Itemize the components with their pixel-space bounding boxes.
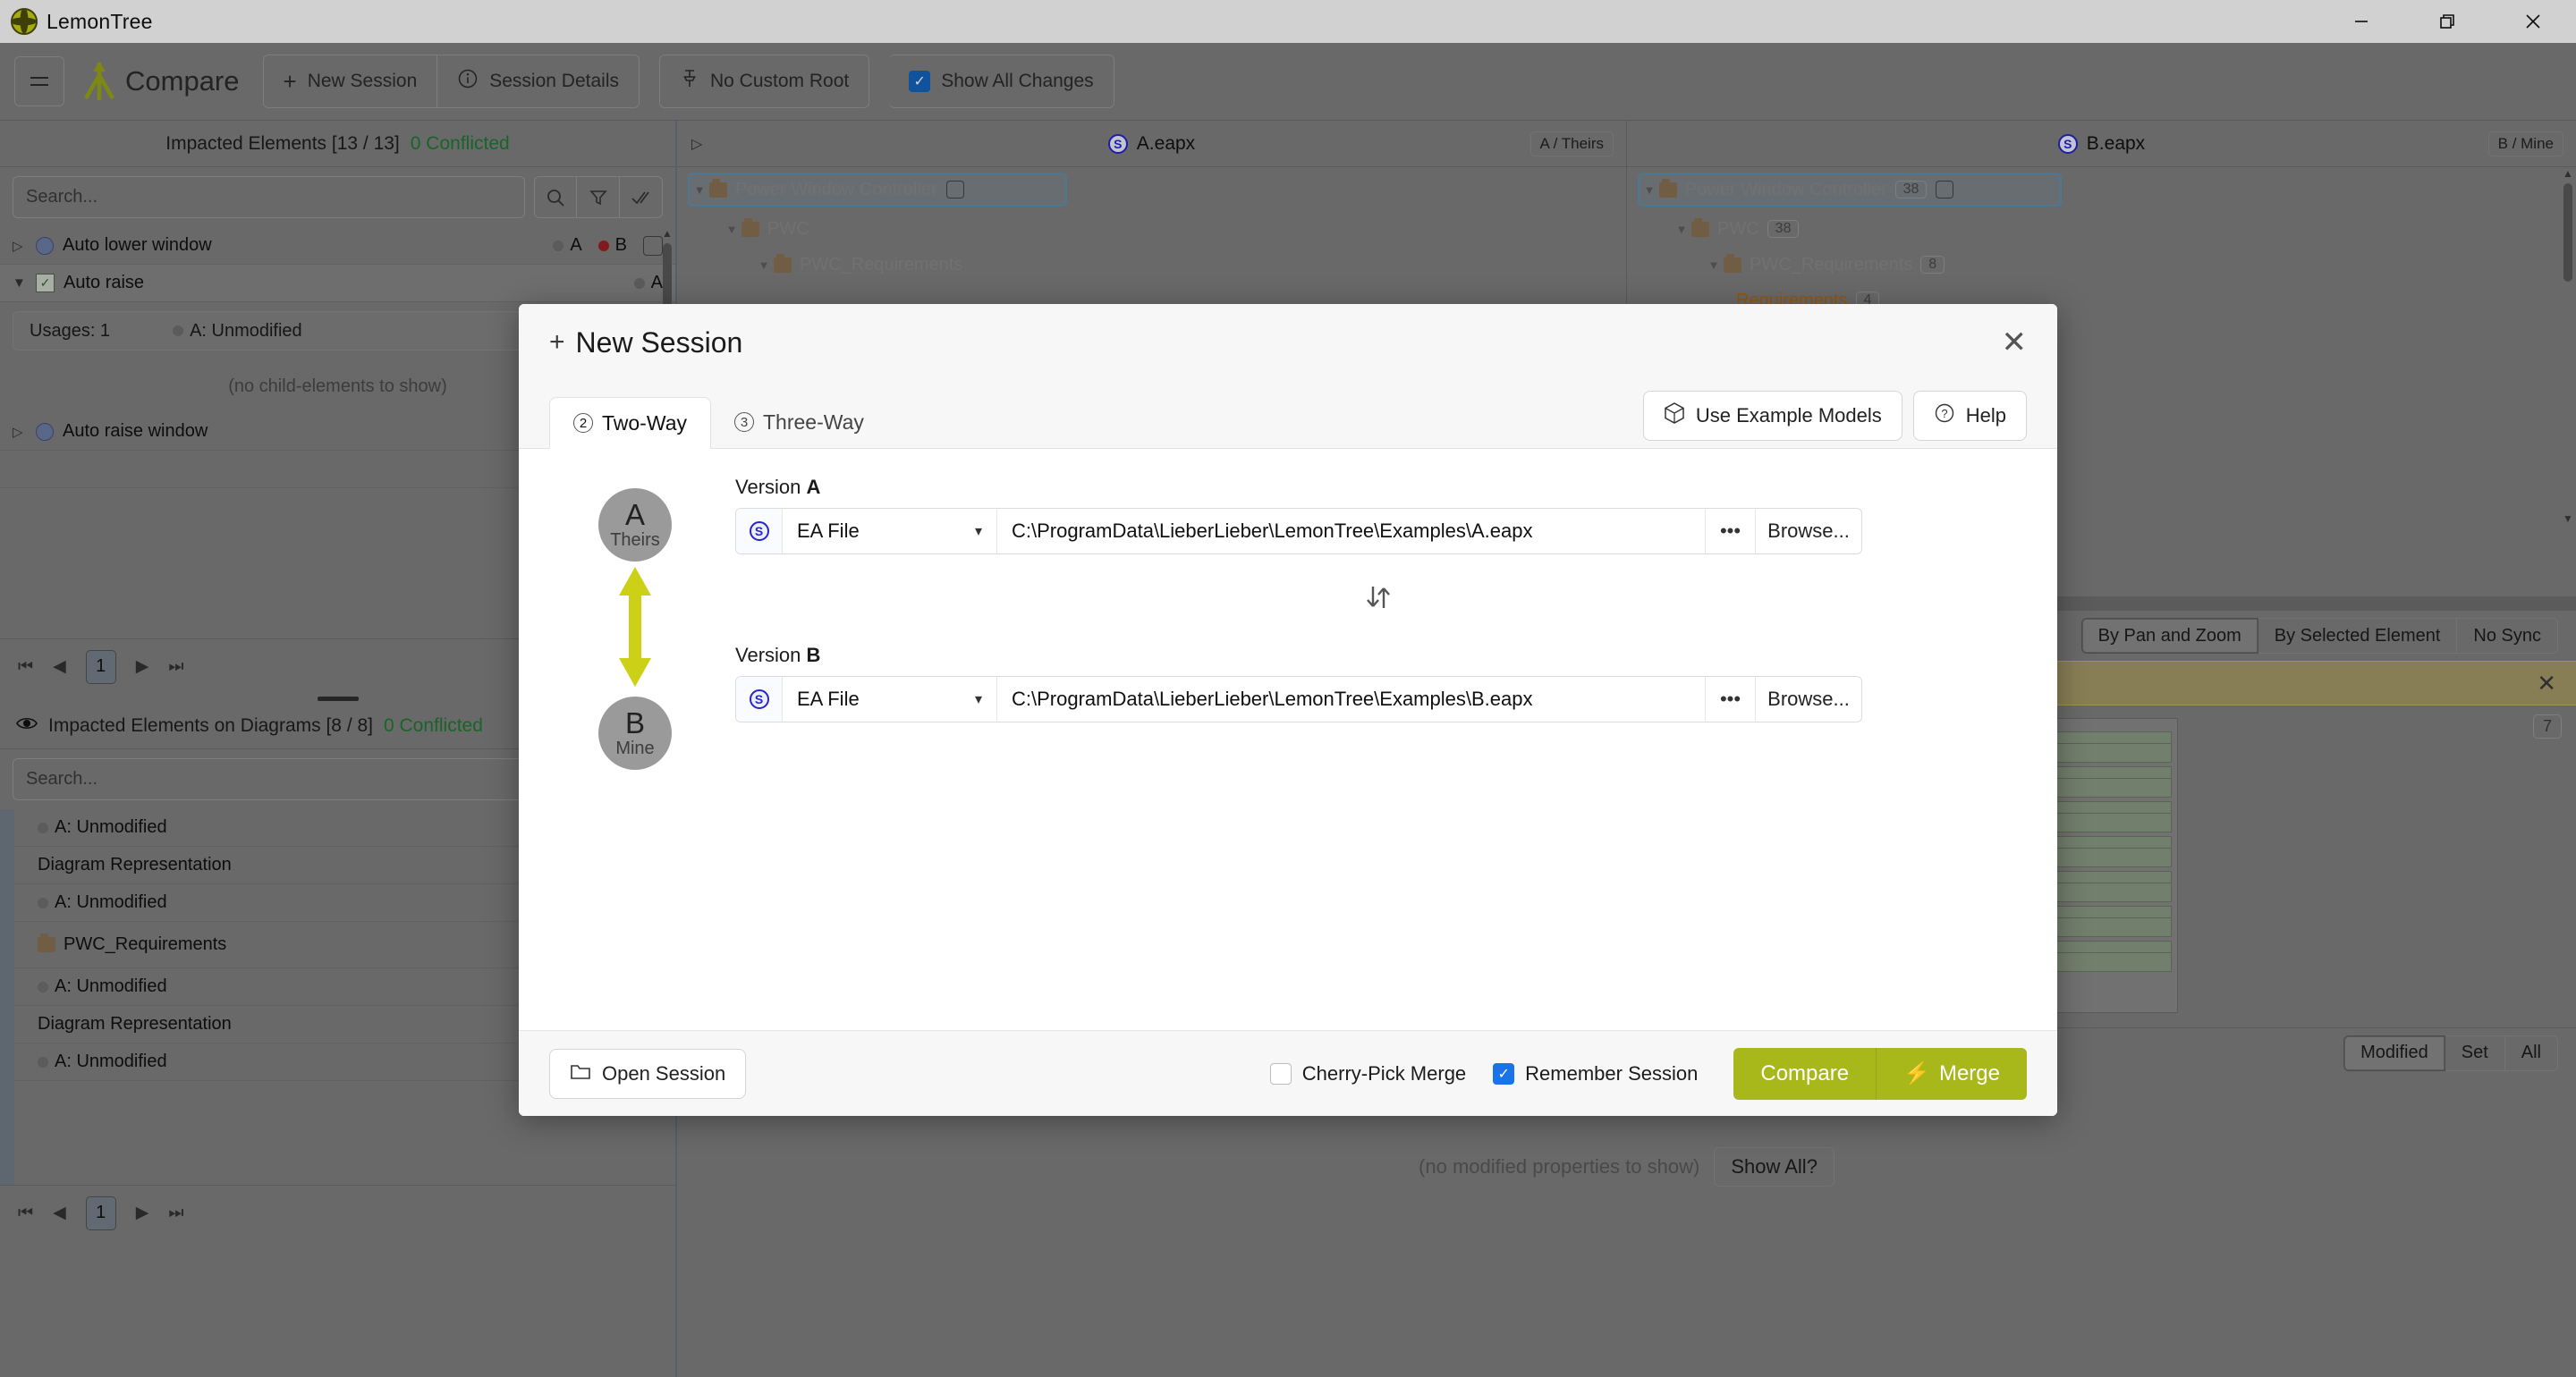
close-icon[interactable]: ✕ [2002, 327, 2028, 358]
dialog-header: + New Session ✕ [519, 304, 2057, 381]
open-session-button[interactable]: Open Session [549, 1048, 747, 1099]
version-b-sub: Mine [615, 738, 655, 758]
ea-file-icon [736, 509, 783, 553]
dialog-body: A Theirs B Mine Version A S EA File ▾ C:… [519, 449, 2057, 1030]
version-b-type-value: EA File [797, 688, 860, 710]
swap-vertical-icon[interactable] [1360, 579, 1396, 620]
version-a-label: Version A [735, 476, 821, 498]
version-a-row: EA File ▾ C:\ProgramData\LieberLieber\Le… [735, 508, 1862, 554]
version-a-more-button[interactable]: ••• [1706, 509, 1756, 553]
two-way-arrow-icon [611, 565, 659, 693]
tab-two-way[interactable]: 2 Two-Way [549, 397, 711, 449]
version-a-sub: Theirs [610, 529, 660, 550]
version-diagram: A Theirs B Mine [555, 476, 716, 1030]
compare-button[interactable]: Compare [1733, 1047, 1877, 1100]
help-label: Help [1965, 404, 2006, 427]
chevron-down-icon: ▾ [974, 692, 982, 707]
version-a-browse-button[interactable]: Browse... [1756, 509, 1861, 553]
version-b-type-select[interactable]: EA File ▾ [783, 677, 997, 722]
tab-three-way-label: Three-Way [763, 410, 864, 434]
version-a-type-select[interactable]: EA File ▾ [783, 509, 997, 553]
bolt-icon: ⚡ [1903, 1061, 1930, 1086]
plus-icon: + [549, 327, 565, 357]
ea-file-icon [736, 677, 783, 722]
cherry-pick-merge-checkbox[interactable]: Cherry-Pick Merge [1269, 1061, 1467, 1086]
version-b-more-button[interactable]: ••• [1706, 677, 1756, 722]
version-b-row: EA File ▾ C:\ProgramData\LieberLieber\Le… [735, 676, 1862, 722]
remember-session-checkbox[interactable]: ✓ Remember Session [1493, 1062, 1698, 1086]
help-button[interactable]: ? Help [1912, 391, 2027, 441]
version-b-letter: B [624, 706, 645, 740]
remember-session-box[interactable]: ✓ [1493, 1062, 1515, 1085]
version-fields: Version A EA File ▾ C:\ProgramData\Liebe… [716, 476, 2021, 1030]
swap-versions-row [735, 554, 2021, 644]
tab-number-badge: 2 [573, 413, 593, 433]
version-a-circle: A Theirs [598, 488, 672, 562]
merge-button[interactable]: ⚡ Merge [1877, 1047, 2027, 1100]
svg-text:?: ? [1941, 407, 1947, 420]
dialog-footer-actions: Cherry-Pick Merge ✓ Remember Session Com… [1269, 1047, 2027, 1100]
dialog-tab-actions: Use Example Models ? Help [1642, 391, 2027, 448]
dialog-title: + New Session [549, 326, 742, 359]
tab-two-way-label: Two-Way [602, 410, 687, 435]
question-icon: ? [1934, 402, 1955, 429]
dialog-title-text: New Session [575, 325, 743, 359]
version-b-circle: B Mine [598, 697, 672, 770]
version-b-label: Version B [735, 644, 821, 666]
dialog-tabs: 2 Two-Way 3 Three-Way Use Example Models… [519, 381, 2057, 449]
dialog-footer: Open Session Cherry-Pick Merge ✓ Remembe… [519, 1030, 2057, 1116]
use-example-models-button[interactable]: Use Example Models [1642, 391, 1902, 441]
tab-number-badge: 3 [734, 412, 754, 432]
new-session-dialog: + New Session ✕ 2 Two-Way 3 Three-Way Us… [519, 304, 2057, 1116]
tab-three-way[interactable]: 3 Three-Way [711, 396, 887, 448]
folder-icon [570, 1061, 591, 1086]
use-example-models-label: Use Example Models [1695, 404, 1882, 427]
version-b-browse-button[interactable]: Browse... [1756, 677, 1861, 722]
chevron-down-icon: ▾ [974, 524, 982, 539]
version-a-letter: A [624, 498, 645, 532]
version-a-path-input[interactable]: C:\ProgramData\LieberLieber\LemonTree\Ex… [997, 509, 1706, 553]
version-b-path-input[interactable]: C:\ProgramData\LieberLieber\LemonTree\Ex… [997, 677, 1706, 722]
remember-session-label: Remember Session [1525, 1061, 1699, 1085]
primary-actions: Compare ⚡ Merge [1733, 1047, 2027, 1100]
version-a-type-value: EA File [797, 520, 860, 542]
merge-label: Merge [1938, 1060, 2000, 1086]
cherry-pick-label: Cherry-Pick Merge [1301, 1061, 1467, 1085]
application-window: LemonTree Compare + New Session Session … [0, 0, 2576, 1377]
cherry-pick-box[interactable] [1269, 1062, 1292, 1085]
cube-icon [1664, 401, 1685, 430]
open-session-label: Open Session [602, 1061, 726, 1085]
